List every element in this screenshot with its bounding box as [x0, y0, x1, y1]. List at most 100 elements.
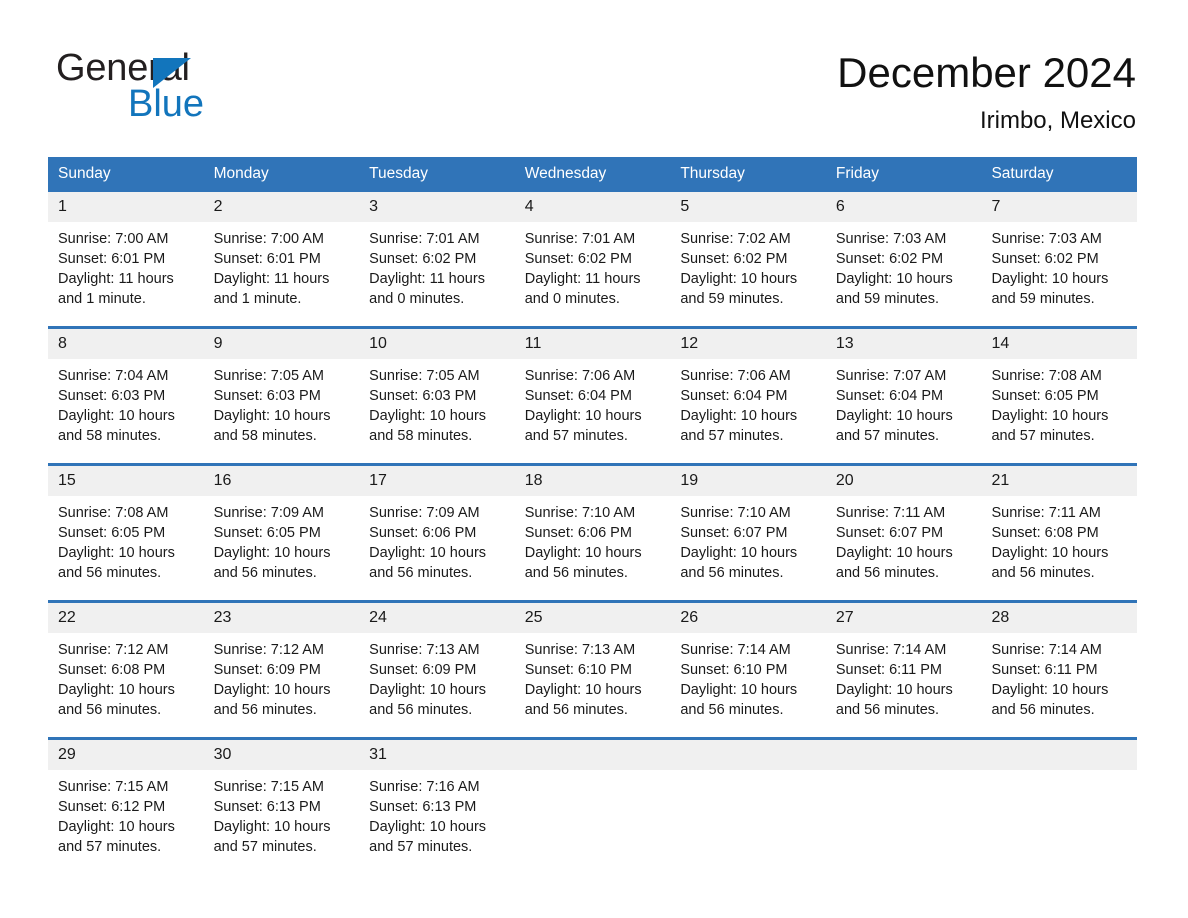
- sunrise-text: Sunrise: 7:10 AM: [680, 505, 791, 521]
- day-cell[interactable]: Sunrise: 7:13 AM Sunset: 6:09 PM Daylight:…: [359, 633, 515, 737]
- day-number-cell[interactable]: 4: [515, 192, 671, 222]
- day-cell[interactable]: Sunrise: 7:08 AM Sunset: 6:05 PM Daylight:…: [48, 496, 204, 600]
- day-cell[interactable]: [515, 770, 671, 874]
- day-cell[interactable]: Sunrise: 7:00 AM Sunset: 6:01 PM Daylight:…: [204, 222, 360, 326]
- day-number-cell[interactable]: [670, 740, 826, 770]
- day-cell[interactable]: Sunrise: 7:09 AM Sunset: 6:05 PM Daylight:…: [204, 496, 360, 600]
- day-cell[interactable]: Sunrise: 7:03 AM Sunset: 6:02 PM Daylight:…: [826, 222, 982, 326]
- day-number-cell[interactable]: 3: [359, 192, 515, 222]
- sunrise-text: Sunrise: 7:05 AM: [213, 368, 324, 384]
- day-number-cell[interactable]: 9: [204, 329, 360, 359]
- daylight-text-line2: and 56 minutes.: [991, 565, 1095, 581]
- day-number-cell[interactable]: 23: [204, 603, 360, 633]
- day-cell[interactable]: Sunrise: 7:01 AM Sunset: 6:02 PM Daylight:…: [359, 222, 515, 326]
- day-cell[interactable]: Sunrise: 7:12 AM Sunset: 6:08 PM Daylight:…: [48, 633, 204, 737]
- day-cell[interactable]: [826, 770, 982, 874]
- day-number-cell[interactable]: 5: [670, 192, 826, 222]
- sunset-text: Sunset: 6:11 PM: [991, 662, 1098, 678]
- day-cell[interactable]: Sunrise: 7:06 AM Sunset: 6:04 PM Daylight:…: [670, 359, 826, 463]
- day-cell[interactable]: Sunrise: 7:14 AM Sunset: 6:11 PM Daylight:…: [826, 633, 982, 737]
- day-cell[interactable]: Sunrise: 7:08 AM Sunset: 6:05 PM Daylight:…: [981, 359, 1137, 463]
- day-number-cell[interactable]: 29: [48, 740, 204, 770]
- sunrise-text: Sunrise: 7:12 AM: [58, 642, 169, 658]
- day-info: [836, 770, 982, 777]
- day-number-cell[interactable]: 26: [670, 603, 826, 633]
- day-number-cell[interactable]: 20: [826, 466, 982, 496]
- day-cell[interactable]: Sunrise: 7:10 AM Sunset: 6:07 PM Daylight:…: [670, 496, 826, 600]
- day-cell[interactable]: Sunrise: 7:05 AM Sunset: 6:03 PM Daylight:…: [359, 359, 515, 463]
- day-cell[interactable]: Sunrise: 7:13 AM Sunset: 6:10 PM Daylight:…: [515, 633, 671, 737]
- generalblue-logo[interactable]: General Blue: [56, 48, 356, 124]
- day-cell[interactable]: Sunrise: 7:16 AM Sunset: 6:13 PM Daylight:…: [359, 770, 515, 874]
- daylight-text-line1: Daylight: 10 hours: [58, 545, 175, 561]
- day-cell[interactable]: [670, 770, 826, 874]
- day-number-cell[interactable]: 7: [981, 192, 1137, 222]
- day-number-cell[interactable]: 24: [359, 603, 515, 633]
- day-info: Sunrise: 7:06 AM Sunset: 6:04 PM Daylight:…: [525, 359, 671, 446]
- day-number-cell[interactable]: 18: [515, 466, 671, 496]
- day-cell[interactable]: Sunrise: 7:01 AM Sunset: 6:02 PM Daylight:…: [515, 222, 671, 326]
- sunset-text: Sunset: 6:03 PM: [58, 388, 166, 404]
- daylight-text-line2: and 58 minutes.: [213, 428, 317, 444]
- day-cell[interactable]: Sunrise: 7:11 AM Sunset: 6:07 PM Daylight:…: [826, 496, 982, 600]
- day-info: Sunrise: 7:08 AM Sunset: 6:05 PM Daylight:…: [991, 359, 1137, 446]
- day-cell[interactable]: Sunrise: 7:10 AM Sunset: 6:06 PM Daylight:…: [515, 496, 671, 600]
- day-cell[interactable]: Sunrise: 7:07 AM Sunset: 6:04 PM Daylight:…: [826, 359, 982, 463]
- day-number-cell[interactable]: 21: [981, 466, 1137, 496]
- day-info: Sunrise: 7:05 AM Sunset: 6:03 PM Daylight:…: [369, 359, 515, 446]
- sunrise-text: Sunrise: 7:14 AM: [835, 642, 947, 658]
- calendar-week-row: 1 2 3 4 5 6 7 Sunrise: 7:00 AM Sunset: 6:01 PM Da…: [48, 192, 1137, 326]
- day-number-cell[interactable]: [981, 740, 1137, 770]
- week-detail-band: Sunrise: 7:08 AM Sunset: 6:05 PM Daylight:…: [48, 496, 1137, 600]
- day-number-cell[interactable]: 6: [826, 192, 982, 222]
- day-number-cell[interactable]: 25: [515, 603, 671, 633]
- day-cell[interactable]: Sunrise: 7:14 AM Sunset: 6:11 PM Daylight:…: [981, 633, 1137, 737]
- day-cell[interactable]: Sunrise: 7:03 AM Sunset: 6:02 PM Daylight:…: [981, 222, 1137, 326]
- day-number-cell[interactable]: 27: [826, 603, 982, 633]
- day-number-cell[interactable]: [826, 740, 982, 770]
- day-number-cell[interactable]: 16: [204, 466, 360, 496]
- day-cell[interactable]: Sunrise: 7:02 AM Sunset: 6:02 PM Daylight:…: [670, 222, 826, 326]
- day-cell[interactable]: Sunrise: 7:09 AM Sunset: 6:06 PM Daylight:…: [359, 496, 515, 600]
- day-cell[interactable]: Sunrise: 7:12 AM Sunset: 6:09 PM Daylight:…: [204, 633, 360, 737]
- day-cell[interactable]: Sunrise: 7:00 AM Sunset: 6:01 PM Daylight:…: [48, 222, 204, 326]
- day-cell[interactable]: [981, 770, 1137, 874]
- day-cell[interactable]: Sunrise: 7:04 AM Sunset: 6:03 PM Daylight:…: [48, 359, 204, 463]
- daylight-text-line2: and 0 minutes.: [524, 291, 620, 307]
- day-number-cell[interactable]: 13: [826, 329, 982, 359]
- day-number-cell[interactable]: 17: [359, 466, 515, 496]
- sunset-text: Sunset: 6:05 PM: [58, 525, 166, 541]
- day-info: Sunrise: 7:08 AM Sunset: 6:05 PM Daylight:…: [58, 496, 204, 583]
- day-number-cell[interactable]: 8: [48, 329, 204, 359]
- day-number-cell[interactable]: 12: [670, 329, 826, 359]
- day-number-cell[interactable]: 14: [981, 329, 1137, 359]
- day-number-cell[interactable]: 15: [48, 466, 204, 496]
- sunrise-text: Sunrise: 7:14 AM: [680, 642, 791, 658]
- sunrise-text: Sunrise: 7:00 AM: [58, 231, 169, 247]
- day-number-cell[interactable]: 22: [48, 603, 204, 633]
- day-cell[interactable]: Sunrise: 7:15 AM Sunset: 6:12 PM Daylight:…: [48, 770, 204, 874]
- day-info: Sunrise: 7:09 AM Sunset: 6:06 PM Daylight:…: [369, 496, 515, 583]
- day-info: Sunrise: 7:12 AM Sunset: 6:09 PM Daylight:…: [214, 633, 360, 720]
- day-number-cell[interactable]: 28: [981, 603, 1137, 633]
- daylight-text-line1: Daylight: 10 hours: [369, 408, 487, 424]
- day-number-cell[interactable]: 1: [48, 192, 204, 222]
- day-cell[interactable]: Sunrise: 7:15 AM Sunset: 6:13 PM Daylight:…: [204, 770, 360, 874]
- day-cell[interactable]: Sunrise: 7:06 AM Sunset: 6:04 PM Daylight:…: [515, 359, 671, 463]
- daylight-text-line2: and 56 minutes.: [369, 702, 473, 718]
- day-cell[interactable]: Sunrise: 7:11 AM Sunset: 6:08 PM Daylight:…: [981, 496, 1137, 600]
- day-number-cell[interactable]: 19: [670, 466, 826, 496]
- day-info: Sunrise: 7:16 AM Sunset: 6:13 PM Daylight:…: [369, 770, 515, 857]
- day-info: Sunrise: 7:03 AM Sunset: 6:02 PM Daylight:…: [991, 222, 1137, 309]
- day-number-cell[interactable]: 2: [204, 192, 360, 222]
- day-number-cell[interactable]: 11: [515, 329, 671, 359]
- day-number: 7: [991, 198, 1001, 215]
- day-number-cell[interactable]: 30: [204, 740, 360, 770]
- day-number-cell[interactable]: [515, 740, 671, 770]
- day-number-cell[interactable]: 10: [359, 329, 515, 359]
- day-cell[interactable]: Sunrise: 7:05 AM Sunset: 6:03 PM Daylight:…: [204, 359, 360, 463]
- day-number-cell[interactable]: 31: [359, 740, 515, 770]
- sunset-text: Sunset: 6:02 PM: [369, 251, 477, 267]
- day-number: 30: [213, 746, 232, 763]
- day-cell[interactable]: Sunrise: 7:14 AM Sunset: 6:10 PM Daylight:…: [670, 633, 826, 737]
